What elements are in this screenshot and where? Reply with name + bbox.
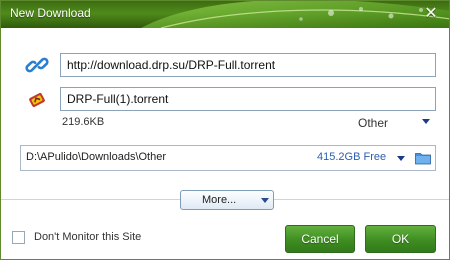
dont-monitor-checkbox[interactable] <box>12 231 25 244</box>
filename-input[interactable] <box>60 87 436 111</box>
save-path-field[interactable]: D:\APulido\Downloads\Other 415.2GB Free <box>20 145 436 171</box>
category-select[interactable]: Other <box>358 116 388 130</box>
window-title: New Download <box>10 6 91 20</box>
close-icon[interactable]: ✕ <box>421 4 441 24</box>
title-bar: New Download ✕ <box>1 1 449 28</box>
leaf-decoration <box>141 1 449 28</box>
new-download-dialog: New Download ✕ 219.6KB Other D:\APulido\… <box>0 0 450 260</box>
path-dropdown-arrow-icon[interactable] <box>397 156 405 161</box>
save-path-text: D:\APulido\Downloads\Other <box>26 151 167 163</box>
url-input[interactable] <box>60 53 436 77</box>
chain-link-icon <box>25 57 49 73</box>
dont-monitor-label: Don't Monitor this Site <box>34 231 142 243</box>
free-space-text: 415.2GB Free <box>317 151 387 163</box>
ok-button[interactable]: OK <box>365 225 436 253</box>
file-size: 219.6KB <box>62 116 105 128</box>
category-dropdown-arrow-icon[interactable] <box>422 119 430 124</box>
folder-icon[interactable] <box>415 151 431 165</box>
cancel-button[interactable]: Cancel <box>285 225 355 253</box>
torrent-file-icon <box>29 93 45 107</box>
more-options-button[interactable]: More... <box>180 190 274 210</box>
chevron-down-icon <box>261 198 269 203</box>
more-button-label: More... <box>202 194 237 206</box>
